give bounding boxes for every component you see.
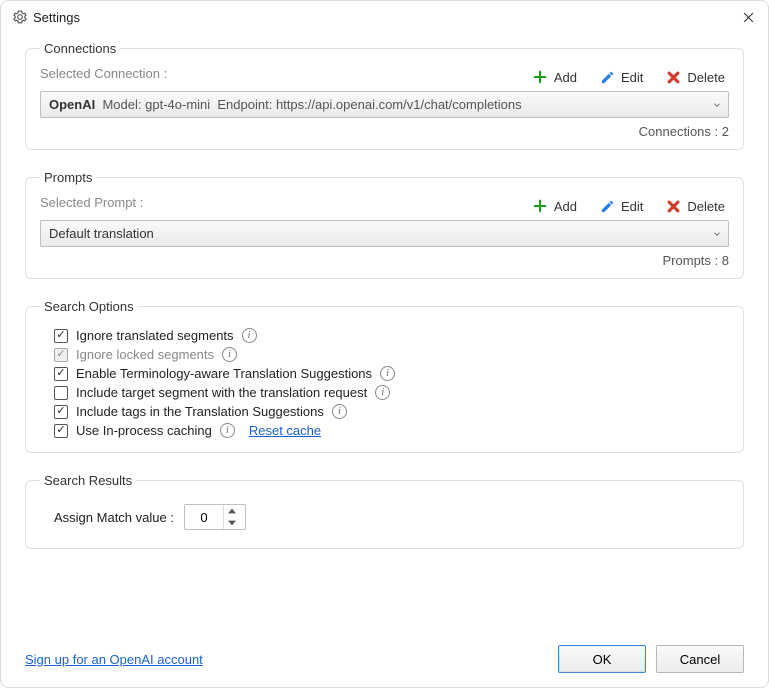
add-prompt-label: Add (554, 199, 577, 214)
plus-icon (532, 198, 548, 214)
prompts-group: Prompts Selected Prompt : Add (25, 170, 744, 279)
connections-legend: Connections (40, 41, 120, 56)
info-icon[interactable]: i (222, 347, 237, 362)
ignore-locked-label: Ignore locked segments (76, 347, 214, 362)
info-icon[interactable]: i (380, 366, 395, 381)
prompts-legend: Prompts (40, 170, 96, 185)
chevron-down-icon (712, 229, 722, 239)
ignore-translated-checkbox[interactable] (54, 329, 68, 343)
connection-provider: OpenAI (49, 97, 95, 112)
stepper-up-button[interactable] (224, 505, 241, 517)
delete-x-icon (665, 69, 681, 85)
include-target-label: Include target segment with the translat… (76, 385, 367, 400)
include-tags-label: Include tags in the Translation Suggesti… (76, 404, 324, 419)
settings-window: Settings Connections Selected Connection… (0, 0, 769, 688)
edit-connection-button[interactable]: Edit (595, 67, 647, 87)
info-icon[interactable]: i (242, 328, 257, 343)
prompts-count: 8 (722, 253, 729, 268)
cancel-button[interactable]: Cancel (656, 645, 744, 673)
titlebar: Settings (1, 1, 768, 33)
assign-match-stepper[interactable] (184, 504, 246, 530)
caret-down-icon (228, 520, 236, 526)
info-icon[interactable]: i (375, 385, 390, 400)
selected-connection-label: Selected Connection : (40, 66, 167, 81)
connection-dropdown[interactable]: OpenAI Model: gpt-4o-mini Endpoint: http… (40, 91, 729, 118)
window-title: Settings (33, 10, 740, 25)
chevron-down-icon (712, 100, 722, 110)
connections-count: 2 (722, 124, 729, 139)
pencil-icon (599, 69, 615, 85)
stepper-down-button[interactable] (224, 517, 241, 529)
close-icon (742, 11, 755, 24)
info-icon[interactable]: i (332, 404, 347, 419)
ok-button[interactable]: OK (558, 645, 646, 673)
assign-match-label: Assign Match value : (54, 510, 174, 525)
gear-icon (13, 10, 27, 24)
delete-connection-button[interactable]: Delete (661, 67, 729, 87)
delete-x-icon (665, 198, 681, 214)
connection-model: gpt-4o-mini (145, 97, 210, 112)
edit-connection-label: Edit (621, 70, 643, 85)
search-results-legend: Search Results (40, 473, 136, 488)
connection-endpoint: https://api.openai.com/v1/chat/completio… (276, 97, 522, 112)
search-results-group: Search Results Assign Match value : (25, 473, 744, 549)
caret-up-icon (228, 508, 236, 514)
prompts-count-row: Prompts : 8 (40, 253, 729, 268)
ignore-translated-label: Ignore translated segments (76, 328, 234, 343)
close-button[interactable] (740, 9, 756, 25)
connection-model-label: Model: (102, 97, 141, 112)
signup-openai-link[interactable]: Sign up for an OpenAI account (25, 652, 203, 667)
edit-prompt-label: Edit (621, 199, 643, 214)
selected-prompt-label: Selected Prompt : (40, 195, 143, 210)
pencil-icon (599, 198, 615, 214)
prompt-dropdown[interactable]: Default translation (40, 220, 729, 247)
edit-prompt-button[interactable]: Edit (595, 196, 647, 216)
search-options-group: Search Options Ignore translated segment… (25, 299, 744, 453)
ignore-locked-checkbox (54, 348, 68, 362)
search-options-legend: Search Options (40, 299, 138, 314)
terminology-aware-checkbox[interactable] (54, 367, 68, 381)
connections-group: Connections Selected Connection : Add (25, 41, 744, 150)
add-connection-button[interactable]: Add (528, 67, 581, 87)
info-icon[interactable]: i (220, 423, 235, 438)
include-tags-checkbox[interactable] (54, 405, 68, 419)
include-target-checkbox[interactable] (54, 386, 68, 400)
delete-prompt-button[interactable]: Delete (661, 196, 729, 216)
connections-count-label: Connections : (639, 124, 719, 139)
prompt-dropdown-value: Default translation (49, 226, 154, 241)
terminology-aware-label: Enable Terminology-aware Translation Sug… (76, 366, 372, 381)
delete-connection-label: Delete (687, 70, 725, 85)
connections-count-row: Connections : 2 (40, 124, 729, 139)
inprocess-caching-checkbox[interactable] (54, 424, 68, 438)
footer: Sign up for an OpenAI account OK Cancel (25, 635, 744, 673)
prompts-count-label: Prompts : (663, 253, 719, 268)
plus-icon (532, 69, 548, 85)
connection-endpoint-label: Endpoint: (217, 97, 272, 112)
reset-cache-link[interactable]: Reset cache (249, 423, 321, 438)
delete-prompt-label: Delete (687, 199, 725, 214)
inprocess-caching-label: Use In-process caching (76, 423, 212, 438)
add-connection-label: Add (554, 70, 577, 85)
add-prompt-button[interactable]: Add (528, 196, 581, 216)
assign-match-input[interactable] (185, 505, 223, 529)
